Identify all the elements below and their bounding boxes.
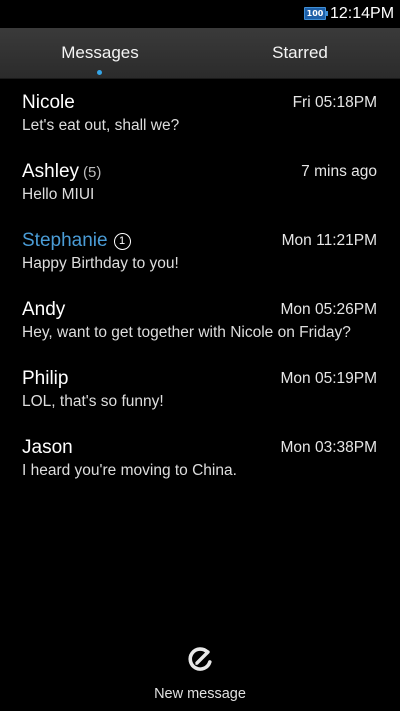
sender-label: Jason xyxy=(22,437,73,458)
message-item-ashley[interactable]: Ashley (5) 7 mins ago Hello MIUI xyxy=(0,148,400,217)
message-snippet: Happy Birthday to you! xyxy=(22,255,179,272)
sender-label: Ashley xyxy=(22,161,80,182)
sender-name: Andy xyxy=(22,299,65,321)
message-item-jason[interactable]: Jason Mon 03:38PM I heard you're moving … xyxy=(0,424,400,493)
message-snippet: Let's eat out, shall we? xyxy=(22,117,180,134)
sender-label: Andy xyxy=(22,299,66,320)
message-list: Nicole Fri 05:18PM Let's eat out, shall … xyxy=(0,79,400,493)
message-time: Mon 05:19PM xyxy=(280,370,378,387)
compose-icon xyxy=(188,647,212,671)
sender-name: Nicole xyxy=(22,92,75,114)
message-time: Mon 11:21PM xyxy=(281,232,377,249)
message-item-stephanie[interactable]: Stephanie 1 Mon 11:21PM Happy Birthday to… xyxy=(0,217,400,286)
sender-name: Stephanie 1 xyxy=(22,230,131,252)
message-time: Mon 03:38PM xyxy=(280,439,378,456)
tab-bar: Messages Starred xyxy=(0,28,400,79)
sender-name: Jason xyxy=(22,437,73,459)
message-item-philip[interactable]: Philip Mon 05:19PM LOL, that's so funny! xyxy=(0,355,400,424)
tab-starred[interactable]: Starred xyxy=(200,28,400,78)
sender-name: Ashley (5) xyxy=(22,161,101,184)
message-snippet: Hey, want to get together with Nicole on… xyxy=(22,324,351,341)
message-time: Fri 05:18PM xyxy=(292,94,377,111)
sender-label: Philip xyxy=(22,368,69,389)
message-time: 7 mins ago xyxy=(301,163,377,180)
message-count: (5) xyxy=(83,164,102,181)
status-bar: 100 12:14PM xyxy=(0,0,400,28)
message-snippet: LOL, that's so funny! xyxy=(22,393,164,410)
new-message-button[interactable]: New message xyxy=(120,640,280,706)
sender-label: Nicole xyxy=(22,92,75,113)
message-snippet: Hello MIUI xyxy=(22,186,95,203)
message-item-andy[interactable]: Andy Mon 05:26PM Hey, want to get togeth… xyxy=(0,286,400,355)
status-clock: 12:14PM xyxy=(330,5,395,22)
message-snippet: I heard you're moving to China. xyxy=(22,462,237,479)
sender-name: Philip xyxy=(22,368,68,390)
new-message-label: New message xyxy=(154,686,246,702)
active-tab-indicator xyxy=(97,70,102,75)
message-item-nicole[interactable]: Nicole Fri 05:18PM Let's eat out, shall … xyxy=(0,79,400,148)
message-time: Mon 05:26PM xyxy=(280,301,378,318)
battery-icon: 100 xyxy=(304,7,328,20)
sender-label: Stephanie xyxy=(22,230,108,251)
unread-count-badge: 1 xyxy=(113,233,131,250)
